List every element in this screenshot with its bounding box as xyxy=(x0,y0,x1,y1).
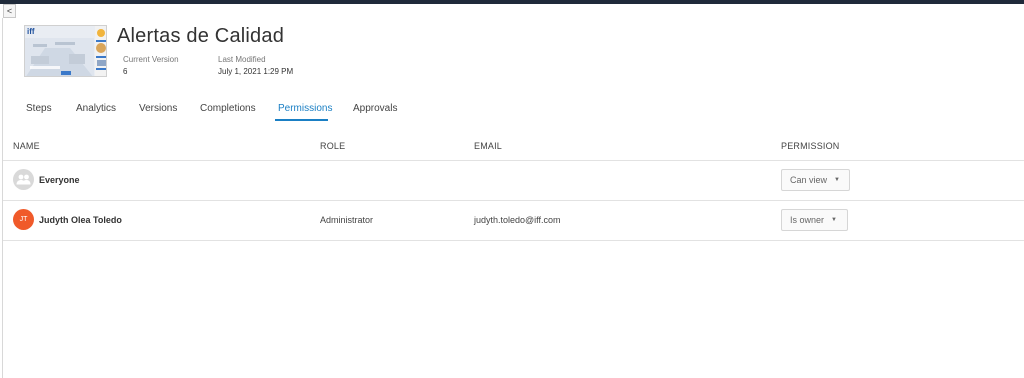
avatar xyxy=(13,169,34,190)
current-version-label: Current Version xyxy=(123,55,179,64)
permission-dropdown[interactable]: Can view ▼ xyxy=(781,169,850,191)
group-icon xyxy=(16,174,31,185)
page-title: Alertas de Calidad xyxy=(117,25,285,47)
top-bar xyxy=(0,0,1024,4)
tab-permissions[interactable]: Permissions xyxy=(278,103,332,114)
permission-dropdown[interactable]: Is owner ▼ xyxy=(781,209,848,231)
left-divider xyxy=(2,18,3,378)
caret-down-icon: ▼ xyxy=(831,217,837,223)
row-email: judyth.toledo@iff.com xyxy=(474,215,561,225)
table-header-divider xyxy=(3,160,1024,161)
column-header-role: ROLE xyxy=(320,141,346,151)
column-header-email: EMAIL xyxy=(474,141,503,151)
active-tab-indicator xyxy=(275,119,328,121)
current-version-value: 6 xyxy=(123,67,128,76)
thumbnail-logo: iff xyxy=(27,27,35,36)
avatar-initials: JT xyxy=(19,216,28,223)
last-modified-label: Last Modified xyxy=(218,55,266,64)
tab-bar: Steps Analytics Versions Completions Per… xyxy=(0,96,1024,124)
row-role: Administrator xyxy=(320,215,374,225)
row-name: Judyth Olea Toledo xyxy=(39,215,122,225)
row-divider xyxy=(3,200,1024,201)
tab-steps[interactable]: Steps xyxy=(26,103,52,114)
permission-value: Can view xyxy=(790,175,828,185)
permission-value: Is owner xyxy=(790,215,825,225)
column-header-permission: PERMISSION xyxy=(781,141,840,151)
back-button[interactable]: < xyxy=(3,4,16,18)
tab-approvals[interactable]: Approvals xyxy=(353,103,397,114)
last-modified-value: July 1, 2021 1:29 PM xyxy=(218,67,294,76)
avatar: JT xyxy=(13,209,34,230)
column-header-name: NAME xyxy=(13,141,40,151)
row-divider xyxy=(3,240,1024,241)
row-name: Everyone xyxy=(39,175,80,185)
thumbnail-image xyxy=(25,26,106,76)
caret-down-icon: ▼ xyxy=(834,177,840,183)
tab-completions[interactable]: Completions xyxy=(200,103,256,114)
tab-analytics[interactable]: Analytics xyxy=(76,103,116,114)
tab-versions[interactable]: Versions xyxy=(139,103,177,114)
document-thumbnail: iff xyxy=(24,25,107,77)
